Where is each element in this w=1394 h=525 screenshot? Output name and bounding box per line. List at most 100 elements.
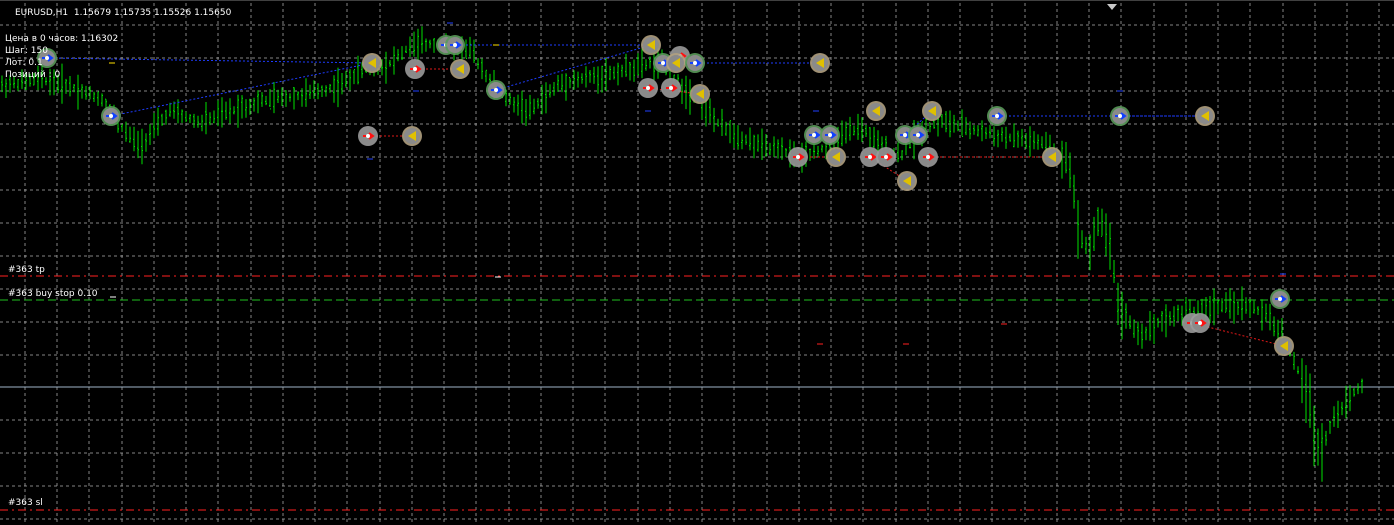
- price-bar: [945, 111, 947, 133]
- buy-arrow-icon: [494, 88, 498, 92]
- price-bar: [1153, 314, 1155, 344]
- price-bar: [1265, 303, 1267, 323]
- price-bar: [821, 144, 823, 153]
- price-bar: [873, 126, 875, 149]
- price-bar: [1217, 300, 1219, 315]
- price-bar: [229, 98, 231, 124]
- price-bar: [185, 111, 187, 123]
- price-bar: [741, 131, 743, 150]
- price-bar: [761, 128, 763, 160]
- price-bar: [213, 110, 215, 124]
- price-bar: [1077, 200, 1079, 259]
- price-bar: [385, 51, 387, 84]
- price-bar: [1001, 127, 1003, 142]
- sell-arrow-icon: [796, 155, 800, 159]
- buy-arrow-icon: [453, 43, 457, 47]
- price-bar: [877, 130, 879, 153]
- price-bar: [77, 74, 79, 110]
- price-bar: [1273, 316, 1275, 337]
- price-bar: [245, 99, 247, 118]
- price-bar: [521, 90, 523, 124]
- price-bar: [1141, 323, 1143, 349]
- price-bar: [597, 66, 599, 94]
- price-bar: [1301, 358, 1303, 404]
- price-bar: [101, 93, 103, 107]
- price-bar: [197, 115, 199, 128]
- symbol-timeframe: EURUSD,H1: [15, 8, 69, 18]
- price-bar: [897, 142, 899, 163]
- price-chart[interactable]: [0, 1, 1394, 525]
- price-bar: [1269, 303, 1271, 331]
- price-bars: [1, 26, 1363, 482]
- price-bar: [1357, 383, 1359, 395]
- price-bar: [1173, 306, 1175, 327]
- buy-stop-line-label: #363 buy stop 0.10: [8, 289, 98, 299]
- chart-window[interactable]: EURUSD,H1 1.15679 1.15735 1.15526 1.1565…: [0, 0, 1394, 525]
- price-bar: [261, 92, 263, 107]
- price-bar: [849, 116, 851, 141]
- ohlc-values: 1.15679 1.15735 1.15526 1.15650: [73, 8, 232, 18]
- price-bar: [1033, 131, 1035, 150]
- price-bar: [165, 109, 167, 125]
- price-bar: [1333, 406, 1335, 427]
- price-bar: [1097, 207, 1099, 236]
- price-bar: [1233, 291, 1235, 324]
- price-bar: [857, 113, 859, 140]
- price-bar: [757, 134, 759, 152]
- info-step: Шаг: 150: [5, 46, 48, 56]
- price-bar: [641, 47, 643, 79]
- price-bar: [1253, 300, 1255, 314]
- price-bar: [1, 75, 3, 93]
- price-bar: [769, 142, 771, 156]
- price-bar: [401, 46, 403, 60]
- price-bar: [1349, 385, 1351, 412]
- price-bar: [713, 107, 715, 133]
- price-bar: [241, 95, 243, 119]
- scroll-position-marker-icon[interactable]: [1107, 4, 1117, 10]
- price-bar: [297, 91, 299, 101]
- price-bar: [777, 139, 779, 159]
- price-bar: [1125, 303, 1127, 329]
- price-bar: [1145, 326, 1147, 341]
- price-bar: [281, 87, 283, 106]
- price-bar: [729, 120, 731, 144]
- price-bar: [1041, 136, 1043, 149]
- price-bar: [273, 82, 275, 114]
- price-bar: [745, 134, 747, 145]
- price-bar: [1137, 321, 1139, 346]
- price-bar: [225, 101, 227, 120]
- info-positions: Позиций : 0: [5, 70, 61, 80]
- price-bar: [733, 123, 735, 148]
- price-bar: [353, 69, 355, 85]
- price-bar: [645, 59, 647, 71]
- price-bar: [1093, 216, 1095, 251]
- buy-arrow-icon: [693, 61, 697, 65]
- price-bar: [209, 112, 211, 126]
- price-bar: [1069, 152, 1071, 189]
- sell-arrow-icon: [926, 155, 930, 159]
- price-bar: [1261, 299, 1263, 331]
- price-bar: [1073, 174, 1075, 209]
- sell-arrow-icon: [366, 134, 370, 138]
- price-bar: [337, 67, 339, 108]
- price-bar: [481, 58, 483, 80]
- price-bar: [585, 66, 587, 88]
- price-bar: [189, 114, 191, 124]
- price-bar: [1209, 296, 1211, 324]
- price-bar: [417, 28, 419, 61]
- price-bar: [1169, 311, 1171, 326]
- price-bar: [485, 69, 487, 83]
- price-bar: [573, 70, 575, 90]
- price-bar: [1249, 299, 1251, 318]
- price-bar: [65, 78, 67, 94]
- price-bar: [785, 148, 787, 158]
- price-bar: [289, 93, 291, 102]
- price-bar: [129, 126, 131, 143]
- price-bar: [941, 114, 943, 128]
- price-bar: [581, 73, 583, 84]
- price-bar: [93, 91, 95, 102]
- price-bar: [333, 75, 335, 103]
- price-bar: [1013, 123, 1015, 148]
- price-bar: [869, 127, 871, 148]
- price-bar: [285, 90, 287, 107]
